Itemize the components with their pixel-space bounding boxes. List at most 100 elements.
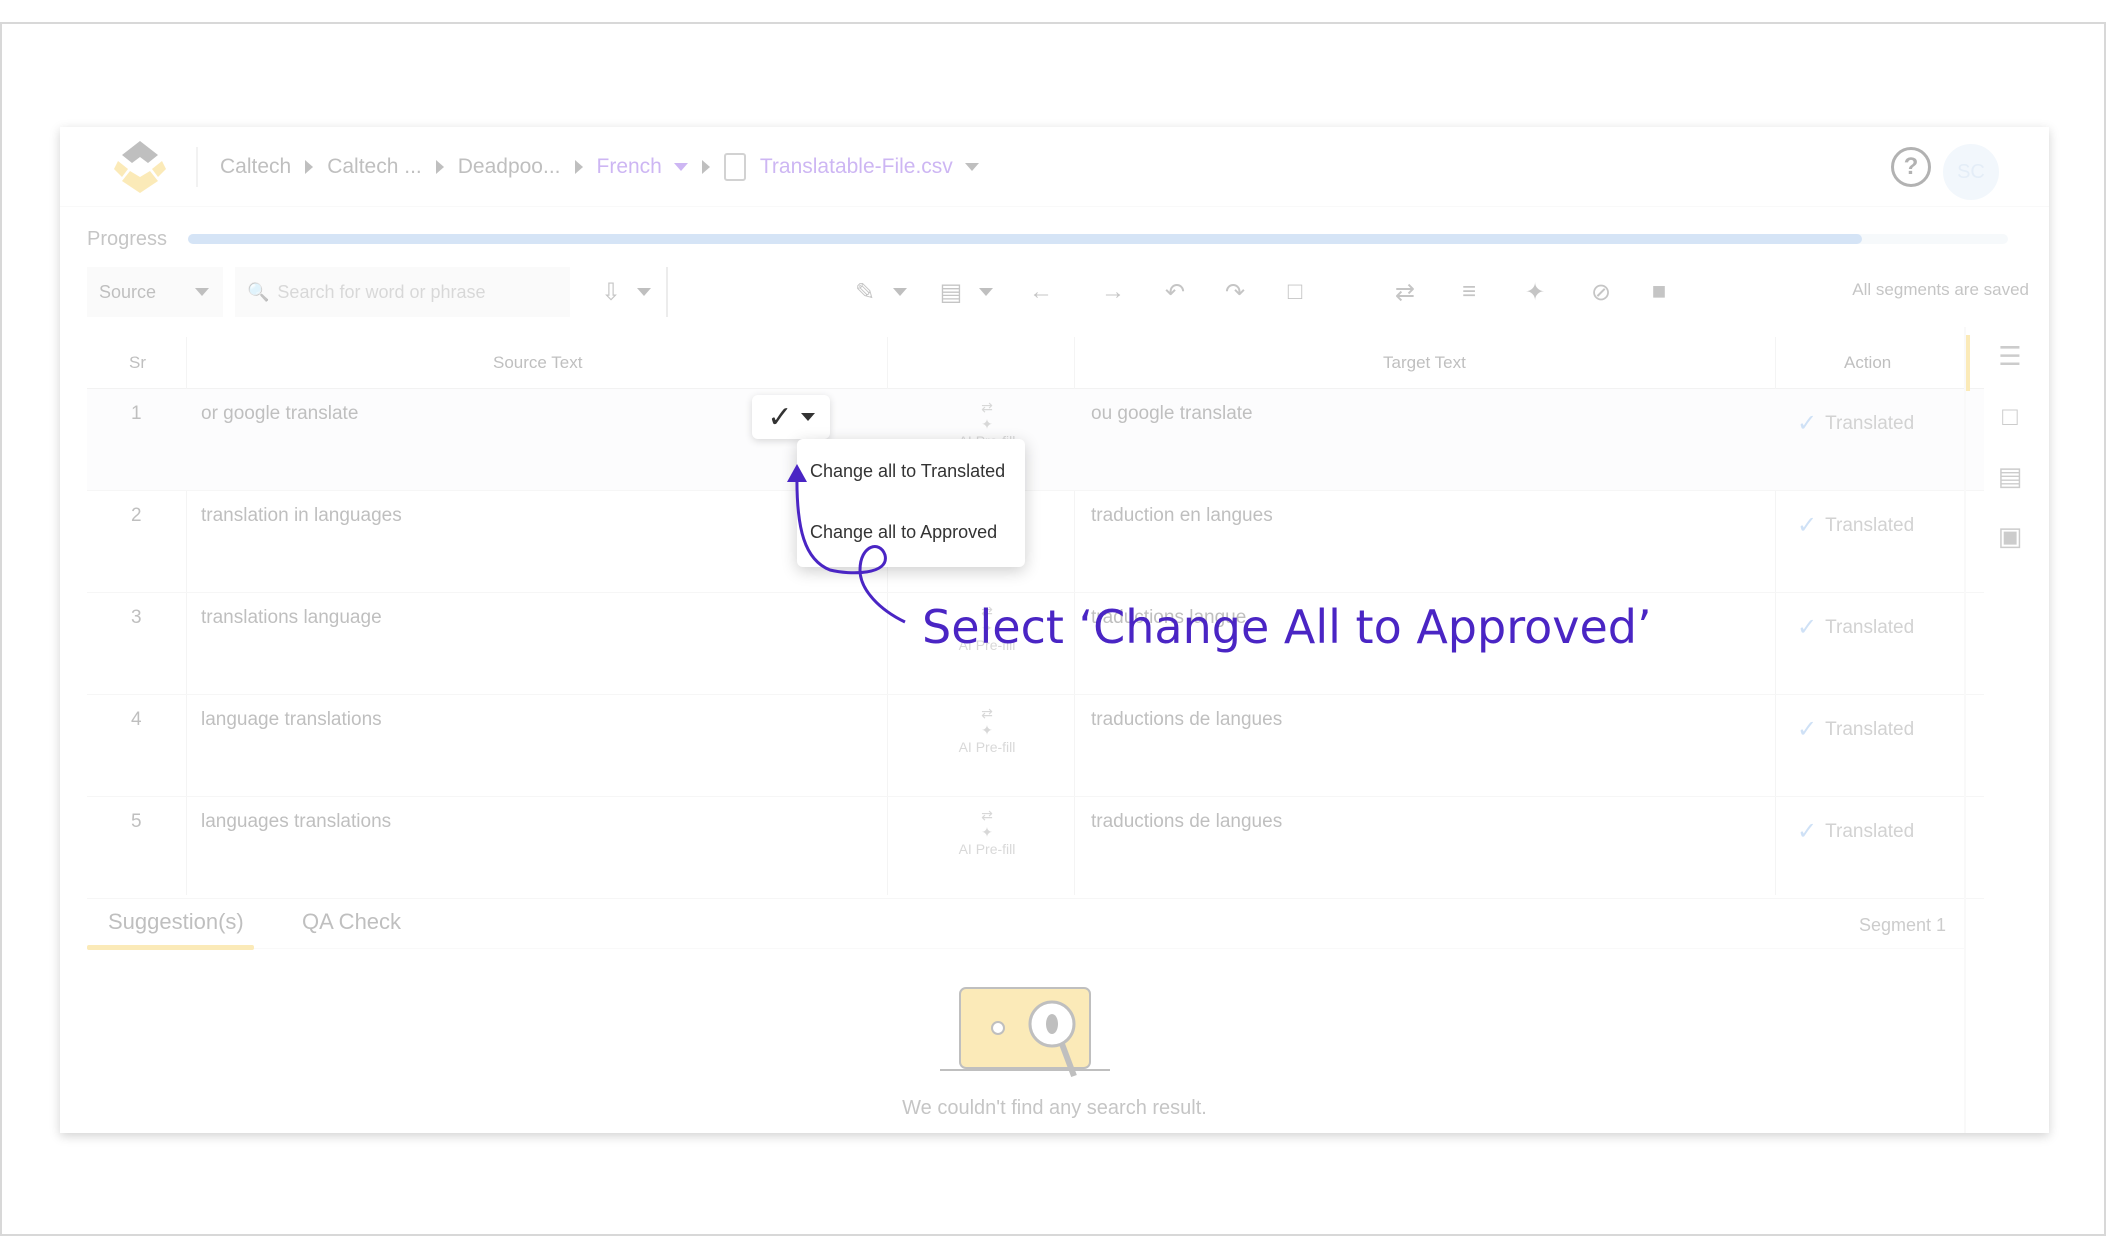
translate-icon: ⇄ <box>981 705 993 721</box>
chevron-down-icon <box>800 413 815 421</box>
table-row[interactable]: 4 language translations ⇄ ✦ AI Pre-fill tr… <box>87 695 1984 797</box>
hide-icon[interactable]: ⊘ <box>1582 273 1620 311</box>
sparkle-icon[interactable]: ✦ <box>1516 273 1554 311</box>
preview-icon[interactable]: □ <box>1276 273 1314 311</box>
source-select-value: Source <box>99 281 157 302</box>
check-icon: ✓ <box>1797 716 1818 743</box>
tab-qa-check[interactable]: QA Check <box>302 909 401 935</box>
help-icon[interactable]: ? <box>1891 147 1931 187</box>
column-header-source: Source Text <box>493 353 583 372</box>
tutorial-annotation: Select ‘Change All to Approved’ <box>922 600 1652 654</box>
segment-label: Segment 1 <box>1858 915 1946 935</box>
arrow-right-icon[interactable]: → <box>1094 273 1132 311</box>
chevron-down-icon <box>195 288 209 296</box>
grid-header: Sr Source Text Target Text Action <box>87 337 1984 389</box>
undo-icon[interactable]: ↶ <box>1156 273 1194 311</box>
target-cell[interactable]: traductions de langues <box>1091 811 1282 833</box>
sparkle-icon: ✦ <box>981 416 993 432</box>
glossary-icon[interactable]: ▤ <box>1994 461 2026 493</box>
app-header: Caltech Caltech ... Deadpoo... French Tr… <box>60 127 2049 207</box>
file-selector[interactable]: Translatable-File.csv <box>760 155 953 179</box>
breadcrumb-item[interactable]: Caltech ... <box>327 155 422 179</box>
save-status: All segments are saved <box>1852 280 2029 299</box>
status-label: Translated <box>1825 820 1915 842</box>
row-number: 2 <box>131 505 142 526</box>
translate-icon[interactable]: ⇄ <box>1386 273 1424 311</box>
bottom-tabs: Suggestion(s) QA Check Segment 1 <box>87 897 1964 950</box>
status-badge[interactable]: ✓ Translated <box>1797 613 1914 642</box>
breadcrumb: Caltech Caltech ... Deadpoo... French Tr… <box>220 127 979 207</box>
chevron-down-icon[interactable] <box>882 273 920 311</box>
table-row[interactable]: 2 translation in languages ⇄✦AI Pre-fill… <box>87 491 1984 593</box>
source-cell: languages translations <box>201 811 392 832</box>
status-change-button[interactable]: ✓ <box>752 395 830 439</box>
ai-prefill-button[interactable]: ⇄✦AI Pre-fill <box>947 705 1027 755</box>
chevron-down-icon[interactable] <box>968 273 1006 311</box>
column-header-action: Action <box>1844 353 1892 372</box>
sparkle-icon: ✦ <box>981 722 993 738</box>
feedback-icon[interactable]: ▣ <box>1994 521 2026 553</box>
breadcrumb-item[interactable]: Caltech <box>220 155 291 179</box>
tab-suggestions[interactable]: Suggestion(s) <box>108 909 244 935</box>
row-number: 4 <box>131 709 142 730</box>
source-cell: translation in languages <box>201 505 402 526</box>
arrow-left-icon[interactable]: ← <box>1022 273 1060 311</box>
source-cell: language translations <box>201 709 382 730</box>
check-icon: ✓ <box>1797 614 1818 641</box>
download-icon[interactable]: ⇩ <box>592 273 630 311</box>
row-number: 5 <box>131 811 142 832</box>
filter-icon[interactable]: ☰ <box>1994 341 2026 373</box>
copy-icon[interactable]: ▤ <box>932 273 970 311</box>
side-panel-active-indicator <box>1966 335 1970 391</box>
annotation-arrow <box>787 464 906 624</box>
row-number: 1 <box>131 403 142 424</box>
language-selector[interactable]: French <box>597 155 662 179</box>
source-select[interactable]: Source <box>87 267 223 317</box>
status-badge[interactable]: ✓ Translated <box>1797 409 1914 438</box>
breadcrumb-item[interactable]: Deadpoo... <box>458 155 561 179</box>
align-icon[interactable]: ≡ <box>1450 273 1488 311</box>
chevron-down-icon[interactable] <box>964 163 979 171</box>
empty-state-illustration <box>940 987 1110 1078</box>
progress-label: Progress <box>87 228 168 250</box>
file-icon <box>723 153 746 181</box>
ai-prefill-button[interactable]: ⇄✦AI Pre-fill <box>947 807 1027 857</box>
redo-icon[interactable]: ↷ <box>1216 273 1254 311</box>
status-badge[interactable]: ✓ Translated <box>1797 817 1914 846</box>
progress-fill <box>188 234 1863 244</box>
chevron-down-icon[interactable] <box>626 273 664 311</box>
column-header-target: Target Text <box>1383 353 1466 372</box>
avatar[interactable]: SC <box>1943 144 1999 200</box>
target-cell[interactable]: ou google translate <box>1091 403 1253 425</box>
breadcrumb-arrow-icon <box>701 160 710 174</box>
sparkle-icon: ✦ <box>981 824 993 840</box>
app-logo-icon[interactable] <box>110 137 170 197</box>
breadcrumb-arrow-icon <box>435 160 444 174</box>
check-icon: ✓ <box>1797 818 1818 845</box>
search-icon: 🔍 <box>247 281 270 302</box>
search-input[interactable]: 🔍 Search for word or phrase <box>235 267 570 317</box>
progress-bar <box>188 234 2008 244</box>
table-row[interactable]: 1 or google translate ⇄✦AI Pre-fill ou g… <box>87 389 1984 491</box>
source-cell: translations language <box>201 607 382 628</box>
row-number: 3 <box>131 607 142 628</box>
status-label: Translated <box>1825 412 1915 434</box>
eraser-icon[interactable]: ✎ <box>846 273 884 311</box>
target-cell[interactable]: traductions de langues <box>1091 709 1282 731</box>
status-label: Translated <box>1825 514 1915 536</box>
translate-icon: ⇄ <box>981 399 993 415</box>
breadcrumb-arrow-icon <box>305 160 314 174</box>
status-badge[interactable]: ✓ Translated <box>1797 715 1914 744</box>
check-icon: ✓ <box>1797 410 1818 437</box>
table-row[interactable]: 5 languages translations ⇄ ✦ AI Pre-fill t… <box>87 797 1984 899</box>
lock-icon[interactable]: ■ <box>1640 273 1678 311</box>
status-badge[interactable]: ✓ Translated <box>1797 511 1914 540</box>
target-cell[interactable]: traduction en langues <box>1091 505 1273 527</box>
status-label: Translated <box>1825 616 1915 638</box>
translate-icon: ⇄ <box>981 807 993 823</box>
column-header-sr: Sr <box>129 353 146 372</box>
comment-icon[interactable]: □ <box>1994 401 2026 433</box>
chevron-down-icon[interactable] <box>673 163 688 171</box>
toolbar-divider <box>666 267 668 317</box>
ai-prefill-label: AI Pre-fill <box>958 739 1016 755</box>
